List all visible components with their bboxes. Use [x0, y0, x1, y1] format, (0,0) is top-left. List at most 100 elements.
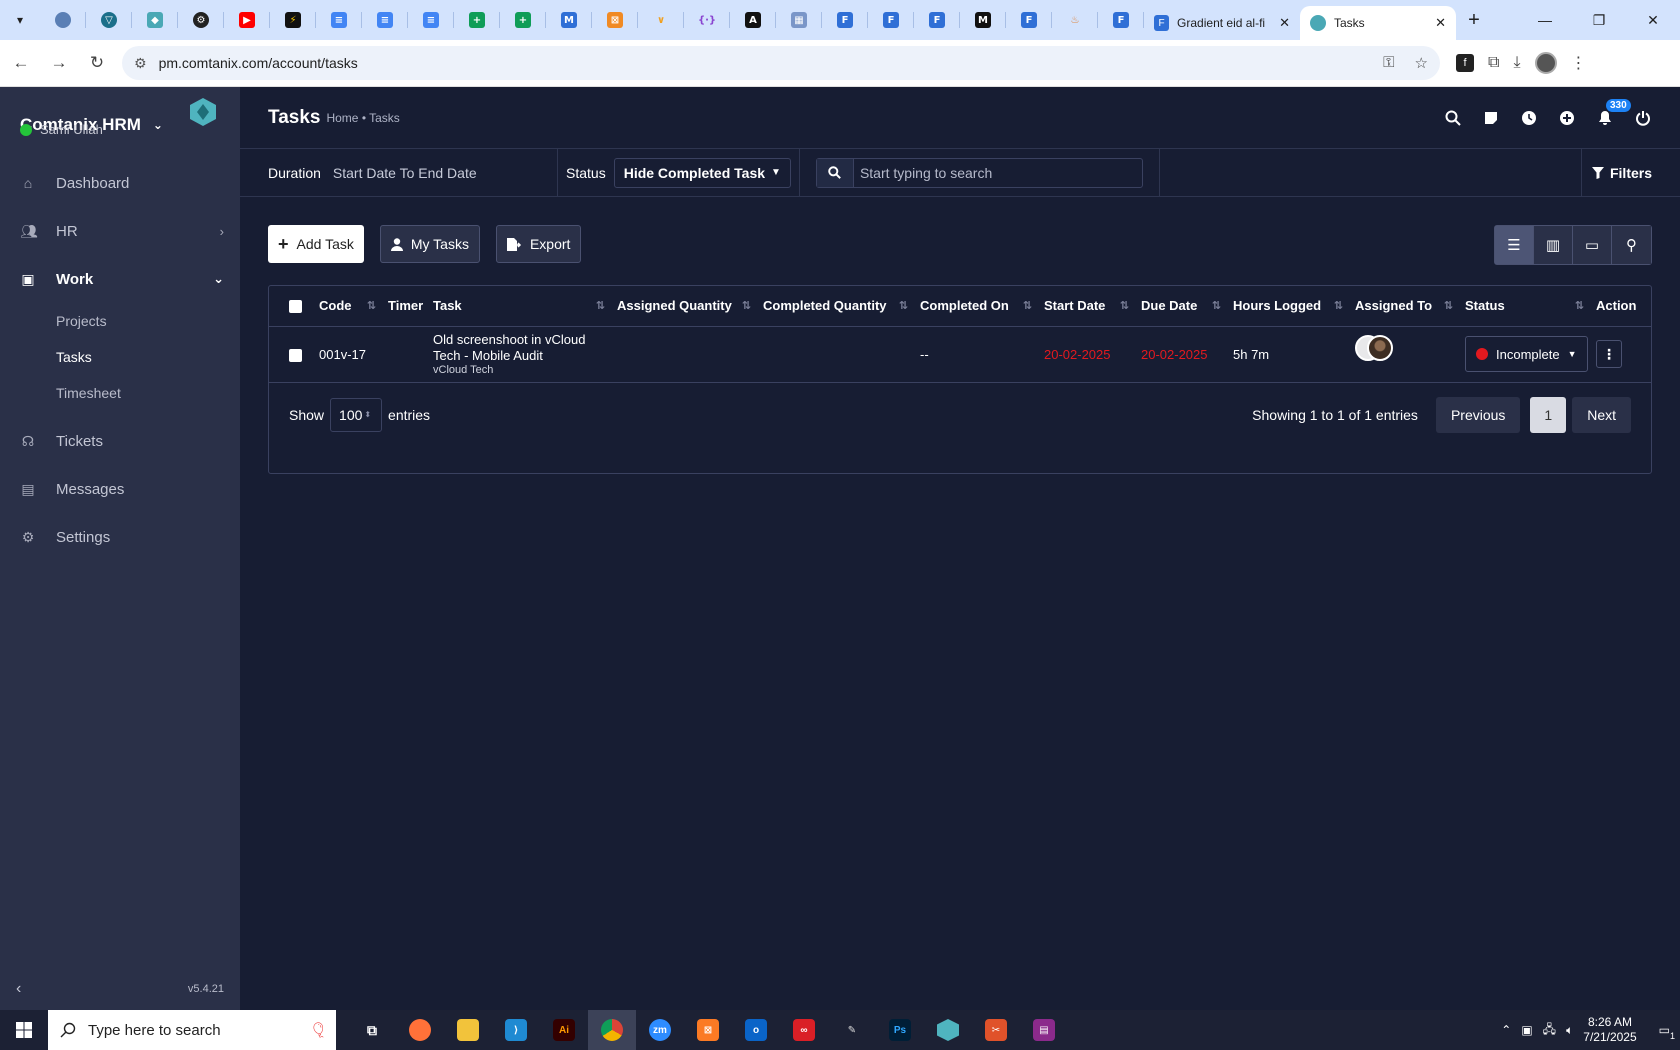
profile-avatar[interactable]	[1534, 52, 1557, 74]
browser-tab[interactable]: F	[914, 0, 960, 40]
action-center-icon[interactable]: ▭ 1	[1659, 1023, 1675, 1041]
column-header-completed-on[interactable]: Completed On ⇅	[916, 286, 1040, 327]
file-explorer-icon[interactable]	[444, 1010, 492, 1050]
page-1-button[interactable]: 1	[1530, 396, 1567, 433]
sidebar-item-dashboard[interactable]: ⌂ Dashboard	[0, 159, 240, 207]
sidebar-item-projects[interactable]: Projects	[0, 303, 240, 339]
browser-tab[interactable]: ◆	[132, 0, 178, 40]
vscode-icon[interactable]: ⟩	[492, 1010, 540, 1050]
collapse-sidebar-icon[interactable]: ‹	[16, 980, 21, 998]
close-window-icon[interactable]: ✕	[1626, 0, 1680, 40]
entries-per-page-select[interactable]: 100 ⬍	[330, 397, 383, 432]
browser-tab[interactable]: +	[454, 0, 500, 40]
sidebar-item-tasks[interactable]: Tasks	[0, 339, 240, 375]
browser-tab[interactable]: F	[868, 0, 914, 40]
avatar[interactable]	[1367, 335, 1393, 361]
browser-tab[interactable]: M	[960, 0, 1006, 40]
reload-icon[interactable]: ↻	[80, 46, 114, 80]
minimize-icon[interactable]: —	[1518, 0, 1572, 40]
column-header-task[interactable]: Task ⇅	[429, 286, 613, 327]
browser-tab[interactable]: F Gradient eid al-fi ✕	[1144, 6, 1300, 40]
browser-tab[interactable]: ≡	[362, 0, 408, 40]
search-icon[interactable]	[816, 158, 854, 187]
browser-tab[interactable]: A	[730, 0, 776, 40]
select-all-checkbox[interactable]	[289, 300, 302, 314]
duration-filter[interactable]: Duration Start Date To End Date	[240, 148, 558, 197]
creative-cloud-icon[interactable]: ∞	[780, 1010, 828, 1050]
tab-close-icon[interactable]: ✕	[1279, 15, 1290, 31]
browser-tab[interactable]: ▶	[224, 0, 270, 40]
firefox-icon[interactable]	[396, 1010, 444, 1050]
photoshop-icon[interactable]: Ps	[876, 1010, 924, 1050]
xampp-icon[interactable]: ⊠	[684, 1010, 732, 1050]
browser-tab[interactable]: +	[500, 0, 546, 40]
address-bar[interactable]: ⚙ pm.comtanix.com/account/tasks ⚿ ☆	[122, 46, 1440, 80]
search-icon[interactable]	[1444, 109, 1462, 127]
column-header-code[interactable]: Code ⇅	[315, 286, 384, 327]
column-header-due-date[interactable]: Due Date ⇅	[1137, 286, 1229, 327]
browser-tab[interactable]: {·}	[684, 0, 730, 40]
browser-tab[interactable]: ≡	[316, 0, 362, 40]
forward-icon[interactable]: →	[42, 46, 76, 80]
extension-icon[interactable]: f	[1456, 54, 1474, 72]
zoom-icon[interactable]: zm	[636, 1010, 684, 1050]
filters-button[interactable]: Filters	[1580, 148, 1680, 197]
row-actions-button[interactable]: ⋮	[1596, 340, 1622, 368]
outlook-icon[interactable]: o	[732, 1010, 780, 1050]
pen-tool-icon[interactable]: ✎	[828, 1010, 876, 1050]
sticky-note-icon[interactable]	[1482, 109, 1500, 127]
status-dropdown[interactable]: Incomplete ▼	[1465, 336, 1588, 372]
network-icon[interactable]: 🖧︎	[1543, 1020, 1556, 1041]
comtanix-app-icon[interactable]	[924, 1010, 972, 1050]
chrome-icon[interactable]	[588, 1010, 636, 1050]
task-view-icon[interactable]: ⧉	[348, 1010, 396, 1050]
brand-header[interactable]: Comtanix HRM ⌄ Sami Ullah	[0, 87, 240, 151]
browser-tab[interactable]: ▦	[776, 0, 822, 40]
browser-tab[interactable]: ⊠	[592, 0, 638, 40]
column-header-completed-quantity[interactable]: Completed Quantity ⇅	[759, 286, 916, 327]
sidebar-item-settings[interactable]: ⚙ Settings	[0, 513, 240, 561]
calendar-view-icon[interactable]: ▭	[1573, 226, 1612, 264]
download-icon[interactable]: ⤓	[1513, 54, 1520, 72]
new-tab-icon[interactable]: +	[1456, 9, 1492, 32]
column-header-assigned-to[interactable]: Assigned To ⇅	[1351, 286, 1461, 327]
previous-page-button[interactable]: Previous	[1435, 396, 1521, 433]
tab-search-icon[interactable]: ▾	[0, 0, 40, 40]
bookmark-star-icon[interactable]: ☆	[1415, 54, 1428, 72]
browser-tab[interactable]: F	[822, 0, 868, 40]
tool-icon[interactable]: ✂	[972, 1010, 1020, 1050]
task-name-link[interactable]: Old screenshoot in vCloud Tech - Mobile …	[433, 332, 609, 364]
winrar-icon[interactable]: ▤	[1020, 1010, 1068, 1050]
export-button[interactable]: Export	[495, 225, 582, 263]
restore-icon[interactable]: ❐	[1572, 0, 1626, 40]
browser-tab[interactable]: ⚙	[178, 0, 224, 40]
taskbar-search[interactable]: Type here to search 🎈︎	[48, 1010, 336, 1050]
windows-start-icon[interactable]	[0, 1010, 48, 1050]
column-header-status[interactable]: Status ⇅	[1461, 286, 1592, 327]
browser-tab[interactable]: ♨	[1052, 0, 1098, 40]
browser-tab[interactable]: ▽	[86, 0, 132, 40]
column-header-assigned-quantity[interactable]: Assigned Quantity ⇅	[613, 286, 759, 327]
browser-tab-active[interactable]: Tasks ✕	[1300, 6, 1456, 40]
browser-tab[interactable]: ≡	[408, 0, 454, 40]
browser-tab[interactable]: F	[1006, 0, 1052, 40]
sidebar-item-hr[interactable]: 👥︎ HR ›	[0, 207, 240, 255]
status-select[interactable]: Hide Completed Task ▼	[613, 157, 791, 188]
site-info-icon[interactable]: ⚙	[134, 55, 147, 72]
duration-value[interactable]: Start Date To End Date	[333, 165, 477, 181]
column-header-start-date[interactable]: Start Date ⇅	[1040, 286, 1137, 327]
sidebar-item-timesheet[interactable]: Timesheet	[0, 375, 240, 411]
board-view-icon[interactable]: ▥	[1534, 226, 1573, 264]
volume-icon[interactable]: 🔈︎	[1566, 1023, 1573, 1038]
column-header-hours-logged[interactable]: Hours Logged ⇅	[1229, 286, 1351, 327]
sidebar-item-messages[interactable]: ▤ Messages	[0, 465, 240, 513]
taskbar-clock[interactable]: 8:26 AM 7/21/2025	[1583, 1015, 1636, 1045]
power-icon[interactable]	[1634, 109, 1652, 127]
clock-icon[interactable]	[1520, 109, 1538, 127]
row-checkbox[interactable]	[289, 348, 302, 362]
browser-tab[interactable]: ∨	[638, 0, 684, 40]
illustrator-icon[interactable]: Ai	[540, 1010, 588, 1050]
sidebar-item-tickets[interactable]: ☊ Tickets	[0, 417, 240, 465]
tab-close-icon[interactable]: ✕	[1435, 15, 1446, 31]
my-tasks-button[interactable]: My Tasks	[379, 225, 480, 263]
